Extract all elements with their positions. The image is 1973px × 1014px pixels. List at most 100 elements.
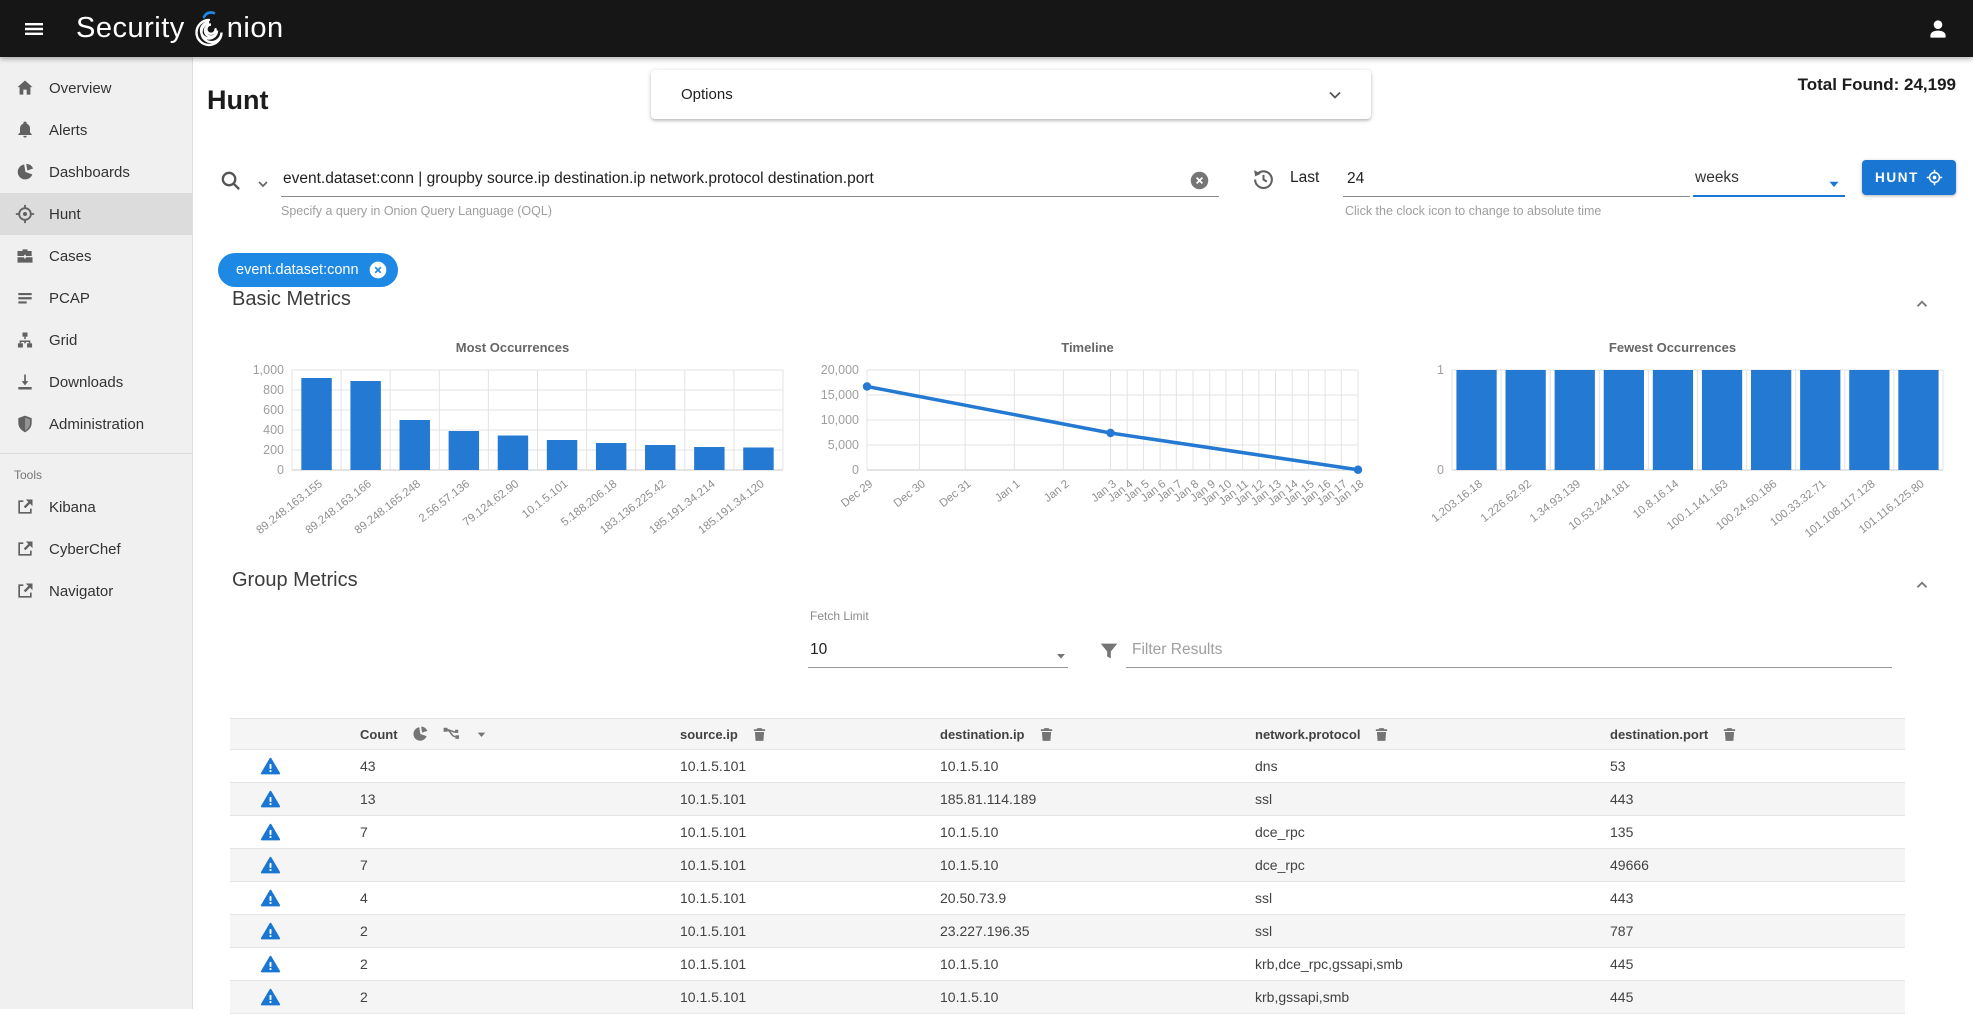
trash-icon[interactable] [751,726,768,743]
filter-results-input[interactable] [1130,635,1884,665]
sidebar-item-dashboards[interactable]: Dashboards [0,151,192,193]
table-row: 1310.1.5.101185.81.114.189ssl443 [230,783,1905,816]
svg-text:15,000: 15,000 [821,388,859,402]
query-input[interactable] [281,162,1197,196]
remove-filter-icon[interactable] [368,260,388,280]
svg-text:Dec 31: Dec 31 [937,478,973,510]
filter-chip[interactable]: event.dataset:conn [218,253,398,287]
chart-most-occurrences: Most Occurrences 02004006008001,00089.24… [230,340,795,568]
sidebar-item-pcap[interactable]: PCAP [0,277,192,319]
svg-text:10,000: 10,000 [821,413,859,427]
cell-destination-port: 443 [1560,791,1905,807]
svg-text:0: 0 [852,463,859,477]
cell-network-protocol: ssl [1205,923,1560,939]
cell-count: 2 [310,923,630,939]
hunt-button[interactable]: HUNT [1862,160,1956,195]
row-warning-icon[interactable] [260,921,281,942]
fetch-limit-select[interactable]: 10 [810,641,827,659]
network-protocol-column-label[interactable]: network.protocol [1255,727,1360,742]
fetch-limit-caret-icon[interactable] [1053,648,1069,664]
basic-metrics-collapse-icon[interactable] [1911,293,1933,315]
row-actions-cell [230,921,310,942]
row-warning-icon[interactable] [260,954,281,975]
most-occurrences-bar-chart: 02004006008001,00089.248.163.15589.248.1… [230,360,795,565]
row-actions-cell [230,987,310,1008]
svg-text:Dec 29: Dec 29 [839,478,875,510]
trash-icon[interactable] [1038,726,1055,743]
cell-count: 7 [310,857,630,873]
cell-destination-ip: 10.1.5.10 [890,758,1205,774]
sidebar-item-label: Alerts [49,122,87,139]
user-account-icon[interactable] [1921,12,1955,46]
external-link-icon [14,538,36,560]
cell-destination-ip: 10.1.5.10 [890,989,1205,1005]
row-warning-icon[interactable] [260,756,281,777]
bell-icon [14,119,36,141]
chart-title: Most Occurrences [230,340,795,360]
page-title: Hunt [207,85,268,116]
cell-destination-port: 443 [1560,890,1905,906]
tool-item-cyberchef[interactable]: CyberChef [0,528,192,570]
svg-text:200: 200 [263,443,284,457]
group-metrics-collapse-icon[interactable] [1911,574,1933,596]
sidebar-item-administration[interactable]: Administration [0,403,192,445]
chart-fewest-occurrences: Fewest Occurrences 011.203.16.181.226.62… [1390,340,1955,568]
row-warning-icon[interactable] [260,789,281,810]
sidebar-item-hunt[interactable]: Hunt [0,193,192,235]
svg-text:Dec 30: Dec 30 [892,478,928,510]
crosshair-icon [14,203,36,225]
table-row: 210.1.5.10110.1.5.10krb,dce_rpc,gssapi,s… [230,948,1905,981]
time-amount-input[interactable] [1345,162,1689,196]
main-content: Hunt Options Total Found: 24,199 Specify… [193,57,1973,1009]
menu-toggle-icon[interactable] [16,11,52,47]
clear-query-icon[interactable] [1189,170,1210,191]
row-warning-icon[interactable] [260,855,281,876]
destination-port-column-label[interactable]: destination.port [1610,727,1708,742]
cell-destination-port: 445 [1560,956,1905,972]
count-column-label[interactable]: Count [360,727,398,742]
pie-chart-icon[interactable] [411,725,429,743]
options-panel[interactable]: Options [651,70,1371,119]
table-row: 210.1.5.10123.227.196.35ssl787 [230,915,1905,948]
cell-source-ip: 10.1.5.101 [630,758,890,774]
row-warning-icon[interactable] [260,888,281,909]
caret-down-icon[interactable] [474,727,489,742]
clock-history-icon[interactable] [1251,167,1276,192]
source-ip-column-label[interactable]: source.ip [680,727,738,742]
count-column-header: Count [310,725,630,744]
sidebar-item-cases[interactable]: Cases [0,235,192,277]
time-unit-caret-icon[interactable] [1825,175,1843,193]
cell-network-protocol: dce_rpc [1205,824,1560,840]
svg-text:20,000: 20,000 [821,363,859,377]
sidebar-item-label: Overview [49,80,112,97]
filter-chip-label: event.dataset:conn [236,262,359,278]
chart-title: Fewest Occurrences [1390,340,1955,360]
sidebar-item-overview[interactable]: Overview [0,67,192,109]
table-row: 710.1.5.10110.1.5.10dce_rpc135 [230,816,1905,849]
svg-text:800: 800 [263,383,284,397]
svg-text:600: 600 [263,403,284,417]
cell-network-protocol: dns [1205,758,1560,774]
query-history-chevron-icon[interactable] [255,176,271,192]
cell-count: 2 [310,989,630,1005]
sidebar-item-alerts[interactable]: Alerts [0,109,192,151]
sidebar-item-grid[interactable]: Grid [0,319,192,361]
search-icon [219,169,242,192]
sankey-graph-icon[interactable] [442,725,461,744]
trash-icon[interactable] [1721,726,1738,743]
tool-item-navigator[interactable]: Navigator [0,570,192,612]
time-unit-select[interactable]: weeks [1695,169,1845,187]
sidebar-item-downloads[interactable]: Downloads [0,361,192,403]
tool-item-kibana[interactable]: Kibana [0,486,192,528]
sidebar-item-label: Kibana [49,499,96,516]
row-warning-icon[interactable] [260,822,281,843]
sidebar-item-label: Hunt [49,206,81,223]
svg-text:1,000: 1,000 [253,363,284,377]
svg-text:10.8.16.14: 10.8.16.14 [1631,478,1682,521]
destination-ip-column-label[interactable]: destination.ip [940,727,1025,742]
row-warning-icon[interactable] [260,987,281,1008]
cell-destination-ip: 10.1.5.10 [890,956,1205,972]
row-actions-cell [230,855,310,876]
svg-text:10.1.5.101: 10.1.5.101 [520,478,570,521]
trash-icon[interactable] [1373,726,1390,743]
